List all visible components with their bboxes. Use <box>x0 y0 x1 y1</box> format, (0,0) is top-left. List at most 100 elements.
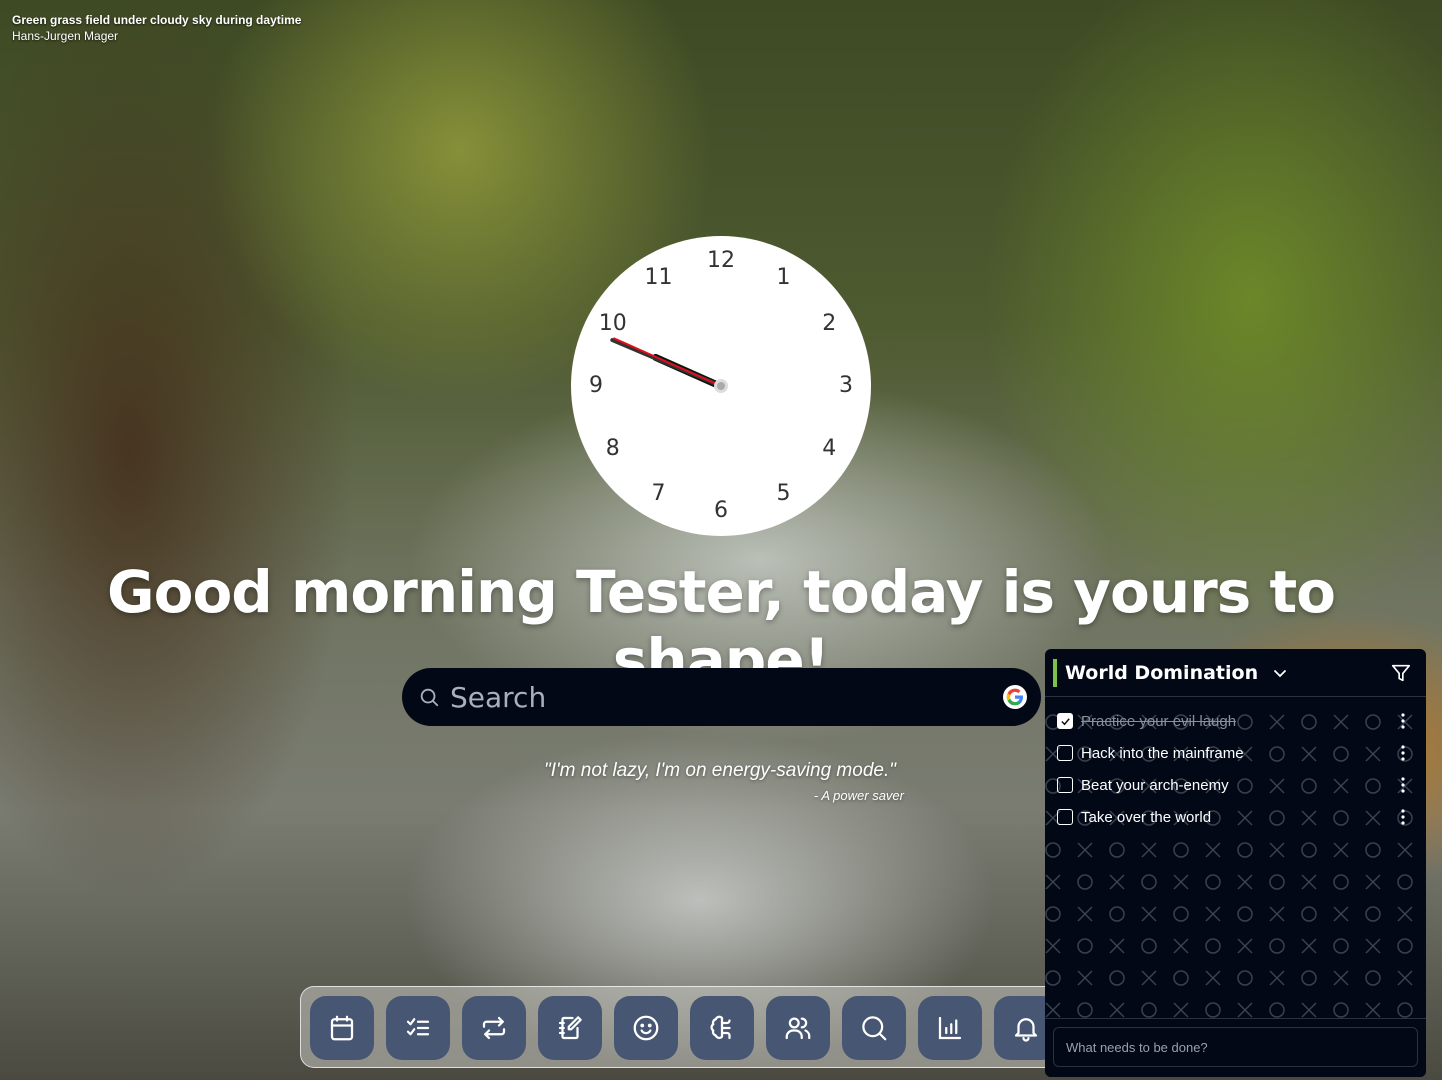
pattern-x <box>1141 906 1157 922</box>
clock-number: 12 <box>707 248 735 273</box>
pattern-x <box>1301 874 1317 890</box>
todo-checkbox[interactable] <box>1057 777 1073 793</box>
pattern-o <box>1301 842 1317 858</box>
more-vertical-icon[interactable] <box>1400 777 1406 793</box>
pattern-x <box>1205 842 1221 858</box>
pattern-o <box>1205 938 1221 954</box>
pattern-x <box>1141 970 1157 986</box>
clock-number: 11 <box>644 264 673 290</box>
pattern-x <box>1109 1002 1125 1018</box>
search-icon <box>420 688 439 707</box>
todo-checkbox[interactable] <box>1057 713 1073 729</box>
google-icon[interactable] <box>1003 685 1027 709</box>
todo-item[interactable]: Take over the world <box>1045 801 1426 833</box>
pattern-o <box>1333 938 1349 954</box>
todo-item-label: Practice your evil laugh <box>1081 712 1237 730</box>
pattern-o <box>1397 874 1413 890</box>
pattern-o <box>1109 970 1125 986</box>
dock-search-button[interactable] <box>842 996 906 1060</box>
pattern-x <box>1333 906 1349 922</box>
pattern-x <box>1333 970 1349 986</box>
checklist-icon <box>406 1018 430 1036</box>
todo-list: Practice your evil laugh Hack into the m… <box>1045 705 1426 833</box>
pattern-o <box>1269 1002 1285 1018</box>
pattern-x <box>1397 842 1413 858</box>
dock-mind-button[interactable] <box>690 996 754 1060</box>
pattern-x <box>1237 874 1253 890</box>
clock-number: 6 <box>714 498 728 523</box>
todo-item-label: Take over the world <box>1081 808 1212 826</box>
smile-icon <box>633 1015 659 1041</box>
more-vertical-icon[interactable] <box>1400 713 1406 729</box>
search-input[interactable] <box>450 680 1003 714</box>
todo-item[interactable]: Practice your evil laugh <box>1045 705 1426 737</box>
dock-todo-button[interactable] <box>386 996 450 1060</box>
pattern-x <box>1397 970 1413 986</box>
pattern-o <box>1109 906 1125 922</box>
todo-item-label: Beat your arch-enemy <box>1081 776 1229 794</box>
pattern-x <box>1109 938 1125 954</box>
pattern-x <box>1205 906 1221 922</box>
pattern-o <box>1141 938 1157 954</box>
analog-clock: 11 10 9 8 7 6 5 4 3 2 1 12 <box>571 236 871 536</box>
quote-text: "I'm not lazy, I'm on energy-saving mode… <box>544 760 896 781</box>
todo-checkbox[interactable] <box>1057 809 1073 825</box>
pattern-x <box>1173 938 1189 954</box>
list-color-bar <box>1053 658 1057 687</box>
clock-number: 4 <box>822 435 837 461</box>
check-icon <box>1060 717 1070 725</box>
clock-number: 1 <box>776 264 791 290</box>
todo-checkbox[interactable] <box>1057 745 1073 761</box>
pattern-o <box>1237 970 1253 986</box>
pattern-o <box>1365 906 1381 922</box>
photo-credit: Green grass field under cloudy sky durin… <box>12 12 301 44</box>
pattern-x <box>1269 842 1285 858</box>
todo-item[interactable]: Hack into the mainframe <box>1045 737 1426 769</box>
pattern-o <box>1301 970 1317 986</box>
todo-item[interactable]: Beat your arch-enemy <box>1045 769 1426 801</box>
app-dock <box>300 986 1060 1068</box>
filter-icon[interactable] <box>1390 662 1412 684</box>
more-vertical-icon[interactable] <box>1400 809 1406 825</box>
pattern-x <box>1141 842 1157 858</box>
calendar-icon <box>330 1015 354 1041</box>
repeat-icon <box>482 1016 506 1040</box>
chevron-down-icon[interactable] <box>1272 665 1288 681</box>
todo-list-title[interactable]: World Domination <box>1065 662 1258 684</box>
pattern-x <box>1269 906 1285 922</box>
pattern-x <box>1237 1002 1253 1018</box>
pattern-x <box>1237 938 1253 954</box>
pattern-x <box>1269 970 1285 986</box>
pattern-x <box>1045 1002 1061 1018</box>
search-icon <box>862 1016 887 1041</box>
clock-number: 8 <box>605 435 620 461</box>
pattern-o <box>1333 874 1349 890</box>
pattern-x <box>1205 970 1221 986</box>
pattern-o <box>1397 1002 1413 1018</box>
pattern-x <box>1173 874 1189 890</box>
pattern-o <box>1077 1002 1093 1018</box>
pattern-o <box>1173 906 1189 922</box>
pattern-o <box>1237 906 1253 922</box>
brain-icon <box>710 1015 731 1040</box>
clock-second-hand <box>612 337 722 387</box>
dock-notes-button[interactable] <box>538 996 602 1060</box>
users-icon <box>785 1017 811 1040</box>
dock-calendar-button[interactable] <box>310 996 374 1060</box>
more-vertical-icon[interactable] <box>1400 745 1406 761</box>
search-bar[interactable] <box>402 668 1041 726</box>
dock-habits-button[interactable] <box>462 996 526 1060</box>
pattern-x <box>1365 874 1381 890</box>
dock-mood-button[interactable] <box>614 996 678 1060</box>
new-todo-input[interactable] <box>1053 1027 1418 1067</box>
todo-input-area <box>1045 1018 1426 1077</box>
pattern-x <box>1077 842 1093 858</box>
pattern-x <box>1173 1002 1189 1018</box>
pattern-o <box>1077 938 1093 954</box>
pattern-x <box>1365 938 1381 954</box>
pattern-o <box>1333 1002 1349 1018</box>
clock-number: 7 <box>651 481 666 507</box>
dock-people-button[interactable] <box>766 996 830 1060</box>
dock-stats-button[interactable] <box>918 996 982 1060</box>
pattern-o <box>1205 874 1221 890</box>
